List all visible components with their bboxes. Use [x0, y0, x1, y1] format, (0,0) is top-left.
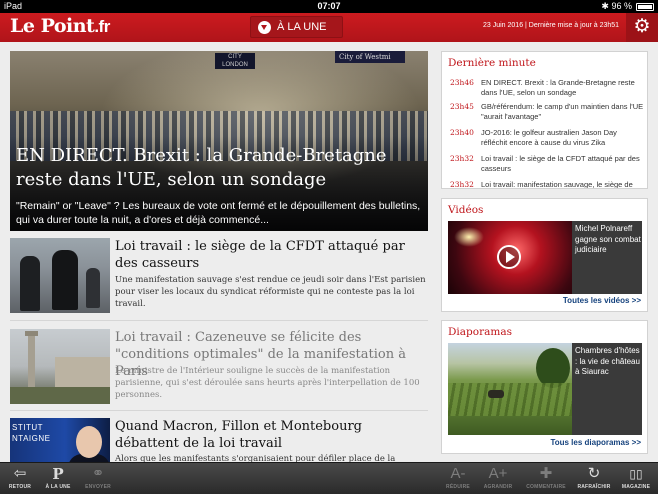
news-text: EN DIRECT. Brexit : la Grande-Bretagne r…	[481, 78, 635, 97]
news-text: GB/référendum: le camp d'un maintien dan…	[481, 102, 644, 121]
bottom-toolbar: ⇦ RETOUR P À LA UNE ⚭ ENVOYER A- RÉDUIRE…	[0, 462, 658, 494]
logo-main: Le Point	[10, 15, 95, 37]
video-caption: Michel Polnareff gagne son combat judici…	[575, 224, 641, 254]
home-button[interactable]: P À LA UNE	[38, 465, 78, 491]
site-logo[interactable]: Le Point.fr	[10, 15, 110, 37]
hero-article[interactable]: CITY LONDON City of Westmi EN DIRECT. Br…	[10, 51, 428, 231]
news-text: Loi travail : le siège de la CFDT attaqu…	[481, 154, 640, 173]
chevron-down-icon	[258, 21, 271, 34]
le-point-icon: P	[52, 465, 64, 483]
decrease-font-label: RÉDUIRE	[446, 484, 470, 490]
comment-button[interactable]: ✚ COMMENTAIRE	[526, 465, 566, 491]
refresh-icon: ↻	[587, 465, 601, 482]
app-header: Le Point.fr À LA UNE 23 Juin 2016 | Dern…	[0, 13, 658, 42]
slideshow-item[interactable]: Chambres d'hôtes : la vie de château à S…	[448, 343, 642, 435]
article-title[interactable]: Loi travail : le siège de la CFDT attaqu…	[115, 238, 428, 272]
share-icon: ⚭	[91, 465, 105, 482]
article-description: Le ministre de l'Intérieur souligne le s…	[115, 366, 420, 400]
video-thumbnail	[448, 221, 572, 294]
last-updated: 23 Juin 2016 | Dernière mise à jour à 23…	[483, 22, 620, 29]
news-text: Loi travail: manifestation sauvage, le s…	[481, 180, 633, 189]
logo-tld: .fr	[94, 17, 110, 36]
latest-news-heading: Dernière minute	[448, 57, 536, 69]
article-title[interactable]: Quand Macron, Fillon et Montebourg débat…	[115, 418, 428, 452]
news-time: 23h46	[450, 78, 474, 87]
status-bar: iPad 07:07 ✱ 96 %	[0, 0, 658, 13]
slideshow-thumbnail	[448, 343, 572, 435]
article-item[interactable]: STITUT NTAIGNE Quand Macron, Fillon et M…	[10, 418, 428, 462]
article-thumbnail: STITUT NTAIGNE	[10, 418, 110, 462]
decrease-font-button[interactable]: A- RÉDUIRE	[438, 465, 478, 491]
latest-news-panel: Dernière minute 23h46 EN DIRECT. Brexit …	[441, 51, 648, 189]
article-thumbnail	[10, 238, 110, 313]
font-larger-icon: A+	[488, 465, 508, 482]
back-button[interactable]: ⇦ RETOUR	[0, 465, 40, 491]
magazine-icon: ▯▯	[629, 467, 643, 481]
section-dropdown-button[interactable]: À LA UNE	[250, 16, 343, 38]
news-time: 23h40	[450, 128, 474, 137]
battery-percent: ✱ 96 %	[601, 0, 632, 13]
news-text: JO-2016: le golfeur australien Jason Day…	[481, 128, 617, 147]
hero-image-sign-left: CITY LONDON	[215, 53, 255, 69]
video-item[interactable]: Michel Polnareff gagne son combat judici…	[448, 221, 642, 294]
share-button[interactable]: ⚭ ENVOYER	[78, 465, 118, 491]
comment-label: COMMENTAIRE	[526, 484, 566, 490]
battery-label: 96 %	[611, 1, 632, 11]
news-time: 23h45	[450, 102, 474, 111]
gear-icon: ⚙	[633, 16, 651, 37]
share-label: ENVOYER	[85, 484, 111, 490]
article-item[interactable]: Loi travail : le siège de la CFDT attaqu…	[10, 238, 428, 318]
play-icon[interactable]	[497, 245, 521, 269]
magazine-button[interactable]: ▯▯ MAGAZINE	[616, 465, 656, 491]
hero-description: "Remain" or "Leave" ? Les bureaux de vot…	[16, 200, 421, 226]
divider	[10, 320, 428, 321]
home-label: À LA UNE	[45, 484, 71, 490]
videos-heading: Vidéos	[448, 204, 484, 216]
section-label: À LA UNE	[277, 21, 327, 33]
slideshow-caption: Chambres d'hôtes : la vie de château à S…	[575, 346, 640, 376]
back-label: RETOUR	[8, 484, 32, 490]
all-videos-link[interactable]: Toutes les vidéos >>	[563, 296, 641, 305]
thumbnail-text: STITUT NTAIGNE	[12, 423, 51, 443]
news-time: 23h32	[450, 180, 474, 189]
article-item[interactable]: Loi travail : Cazeneuve se félicite des …	[10, 329, 428, 409]
news-time: 23h32	[450, 154, 474, 163]
increase-font-label: AGRANDIR	[483, 484, 513, 490]
hero-image-sign-right: City of Westmi	[335, 51, 405, 63]
bluetooth-icon: ✱	[601, 1, 609, 11]
article-description: Alors que les manifestants s'organisaien…	[115, 454, 396, 462]
all-slideshows-link[interactable]: Tous les diaporamas >>	[550, 438, 641, 447]
comment-icon: ✚	[539, 465, 553, 482]
refresh-button[interactable]: ↻ RAFRAÎCHIR	[574, 465, 614, 491]
refresh-label: RAFRAÎCHIR	[577, 484, 611, 490]
back-arrow-icon: ⇦	[13, 465, 27, 482]
slideshows-panel: Diaporamas Chambres d'hôtes : la vie de …	[441, 320, 648, 454]
slideshows-heading: Diaporamas	[448, 326, 512, 338]
clock: 07:07	[317, 1, 341, 11]
article-description: Une manifestation sauvage s'est rendue c…	[115, 275, 426, 309]
settings-button[interactable]: ⚙	[626, 13, 658, 42]
article-thumbnail	[10, 329, 110, 404]
battery-icon	[636, 3, 654, 11]
increase-font-button[interactable]: A+ AGRANDIR	[478, 465, 518, 491]
divider	[10, 410, 428, 411]
font-smaller-icon: A-	[450, 465, 466, 482]
hero-title[interactable]: EN DIRECT. Brexit : la Grande-Bretagne r…	[16, 144, 426, 192]
magazine-label: MAGAZINE	[621, 484, 651, 490]
videos-panel: Vidéos Michel Polnareff gagne son combat…	[441, 198, 648, 312]
